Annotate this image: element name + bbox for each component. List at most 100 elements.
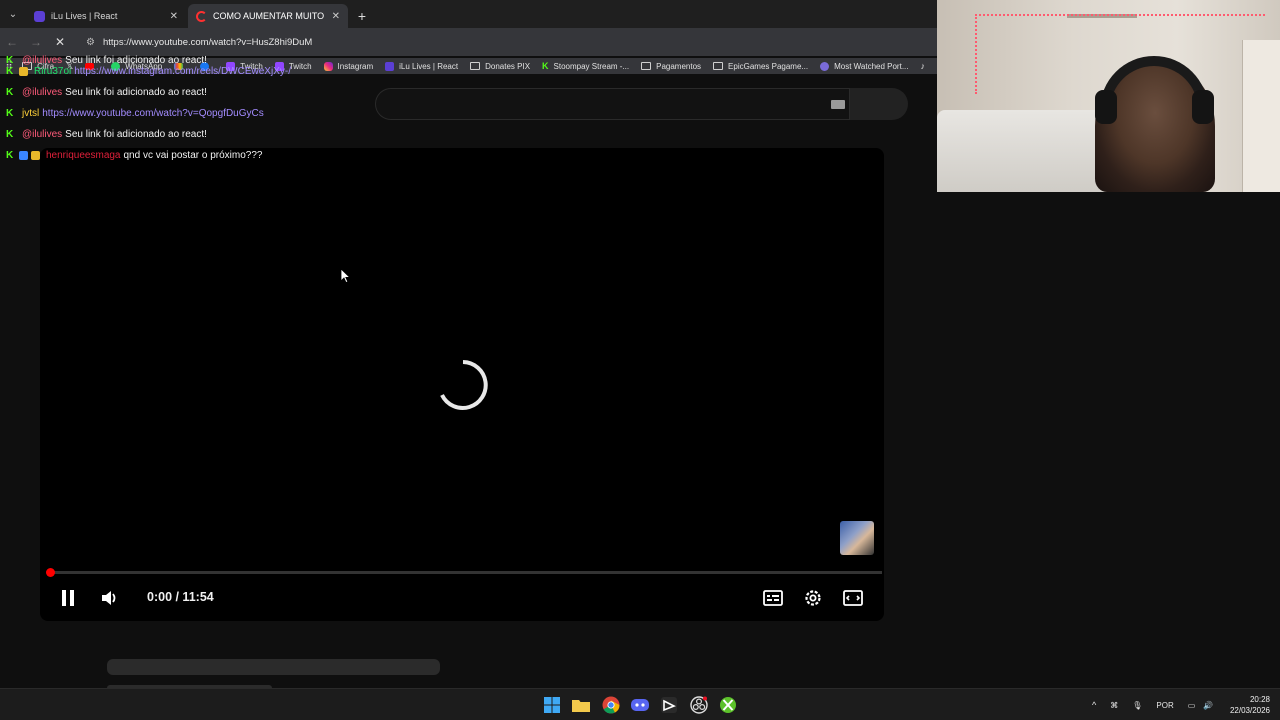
obs-icon[interactable] <box>689 695 709 715</box>
keyboard-icon[interactable] <box>831 100 845 109</box>
bookmark-label: Stoompay Stream -... <box>553 61 630 71</box>
bookmark-most-watched[interactable]: Most Watched Port... <box>820 61 909 71</box>
volume-icon <box>102 591 116 605</box>
chat-message: K @ilulives Seu link foi adicionado ao r… <box>0 82 330 103</box>
chat-link[interactable]: https://www.instagram.com/reels/DWCEweXj… <box>74 61 291 82</box>
loading-favicon-icon <box>196 10 207 22</box>
site-info-icon[interactable]: ⚙ <box>86 37 95 48</box>
theater-icon <box>843 590 863 606</box>
chat-message: K jvtsl https://www.youtube.com/watch?v=… <box>0 103 330 124</box>
led-lights <box>975 14 977 94</box>
clock-time: 20:28 <box>1249 695 1270 704</box>
bookmark-ilu-lives[interactable]: iLu Lives | React <box>385 61 459 71</box>
bookmark-label: Instagram <box>337 61 374 71</box>
led-lights <box>975 14 1265 16</box>
bookmark-label: EpicGames Pagame... <box>728 61 809 71</box>
discord-icon[interactable] <box>630 695 650 715</box>
bookmark-label: Most Watched Port... <box>834 61 909 71</box>
file-explorer-icon[interactable] <box>571 695 591 715</box>
youtube-search-input[interactable] <box>375 88 850 120</box>
globe-icon <box>820 61 830 71</box>
kick-icon: K <box>542 61 549 71</box>
bookmark-pagamentos[interactable]: Pagamentos <box>641 62 701 71</box>
bookmark-stoompay[interactable]: K Stoompay Stream -... <box>542 61 629 71</box>
windows-taskbar: ^ ⌘ 🎙 POR ▭ 🔊 20:28 22/03/2026 <box>0 688 1280 720</box>
progress-bar[interactable] <box>50 571 882 574</box>
tab-close-icon[interactable]: ✕ <box>170 11 178 22</box>
tray-overflow-chevron-icon[interactable]: ^ <box>1092 700 1096 710</box>
youtube-search-button[interactable] <box>850 88 908 120</box>
gold-badge-icon <box>31 151 40 160</box>
tab-search-icon[interactable]: ⌄ <box>0 0 26 28</box>
chat-username: jvtsl <box>22 108 40 119</box>
kick-badge-icon: K <box>6 87 14 98</box>
screen: ⌄ iLu Lives | React ✕ COMO AUMENTAR MUIT… <box>0 0 1280 720</box>
tab-title: COMO AUMENTAR MUITO o FPS <box>213 11 326 21</box>
chat-text: qnd vc vai postar o próximo??? <box>123 150 263 161</box>
chat-text: Seu link foi adicionado ao react! <box>65 87 207 98</box>
taskbar-clock[interactable]: 20:28 22/03/2026 <box>1230 694 1270 716</box>
mouse-cursor-icon <box>341 269 351 283</box>
browser-tab-strip: ⌄ iLu Lives | React ✕ COMO AUMENTAR MUIT… <box>0 0 937 28</box>
chat-username: henriqueesmaga <box>46 150 121 161</box>
chat-message: K @ilulives Seu link foi adicionado ao r… <box>0 124 330 145</box>
forward-icon[interactable]: → <box>24 35 48 49</box>
bookmark-epicgames[interactable]: EpicGames Pagame... <box>713 62 808 71</box>
chat-username: @ilulives <box>22 129 63 140</box>
settings-button[interactable] <box>802 587 824 609</box>
subtitles-icon <box>763 590 783 606</box>
folder-icon <box>641 62 652 70</box>
volume-tray-icon[interactable]: 🔊 <box>1203 701 1213 710</box>
settings-icon <box>805 590 821 606</box>
network-icon[interactable]: ▭ <box>1188 701 1196 710</box>
volume-button[interactable] <box>98 587 120 609</box>
subtitles-button[interactable] <box>762 588 784 608</box>
windows-start-icon[interactable] <box>542 695 562 715</box>
bookmark-label: Donates PIX <box>485 61 531 71</box>
bookmark-instagram[interactable]: Instagram <box>323 61 374 71</box>
title-skeleton <box>107 659 440 675</box>
stop-loading-icon[interactable]: ✕ <box>48 35 72 49</box>
folder-icon <box>470 62 481 70</box>
kick-badge-icon: K <box>6 66 14 77</box>
clock-date: 22/03/2026 <box>1229 706 1270 715</box>
kick-badge-icon: K <box>6 108 14 119</box>
gamepad-tray-icon[interactable]: ⌘ <box>1110 701 1118 710</box>
chat-message: K henriqueesmaga qnd vc vai postar o pró… <box>0 145 330 166</box>
capcut-icon[interactable] <box>659 695 679 715</box>
chrome-icon[interactable] <box>601 695 621 715</box>
kick-badge-icon: K <box>6 150 14 161</box>
new-tab-button[interactable]: + <box>350 4 374 28</box>
blue-badge-icon <box>19 151 28 160</box>
loading-spinner-icon <box>440 360 488 410</box>
ilu-icon <box>385 61 395 71</box>
tab-title: iLu Lives | React <box>51 11 118 21</box>
bookmark-donates-pix[interactable]: Donates PIX <box>470 62 530 71</box>
bookmark-label: iLu Lives | React <box>399 61 459 71</box>
channel-watermark-avatar[interactable] <box>840 521 874 555</box>
system-tray: ^ ⌘ 🎙 POR ▭ 🔊 <box>1092 689 1213 720</box>
time-display: 0:00 / 11:54 <box>147 590 214 604</box>
url-text: https://www.youtube.com/watch?v=HusZ8hi9… <box>102 36 313 48</box>
chat-username: Riru37oi <box>34 66 72 77</box>
bookmark-tiktok[interactable]: ♪ <box>921 61 926 71</box>
tab-youtube-video[interactable]: COMO AUMENTAR MUITO o FPS ✕ <box>188 4 348 28</box>
tiktok-icon: ♪ <box>920 61 926 71</box>
chat-text: Seu link foi adicionado ao react! <box>65 129 207 140</box>
back-icon[interactable]: ← <box>0 35 24 49</box>
ilu-favicon-icon <box>34 10 45 22</box>
tab-close-icon[interactable]: ✕ <box>332 11 340 22</box>
pause-icon <box>62 590 74 606</box>
bookmark-label: Pagamentos <box>656 61 702 71</box>
theater-mode-button[interactable] <box>842 588 864 608</box>
microphone-icon[interactable]: 🎙 <box>1132 701 1142 710</box>
kick-badge-icon: K <box>6 129 14 140</box>
pause-button[interactable] <box>58 588 78 608</box>
language-indicator[interactable]: POR <box>1156 701 1173 710</box>
chat-link[interactable]: https://www.youtube.com/watch?v=QopgfDuG… <box>42 103 264 124</box>
scrubber-handle[interactable] <box>46 568 55 577</box>
webcam-feed <box>937 0 1280 192</box>
gold-badge-icon <box>19 67 28 76</box>
tab-ilu-lives[interactable]: iLu Lives | React ✕ <box>26 4 186 28</box>
xbox-icon[interactable] <box>718 695 738 715</box>
